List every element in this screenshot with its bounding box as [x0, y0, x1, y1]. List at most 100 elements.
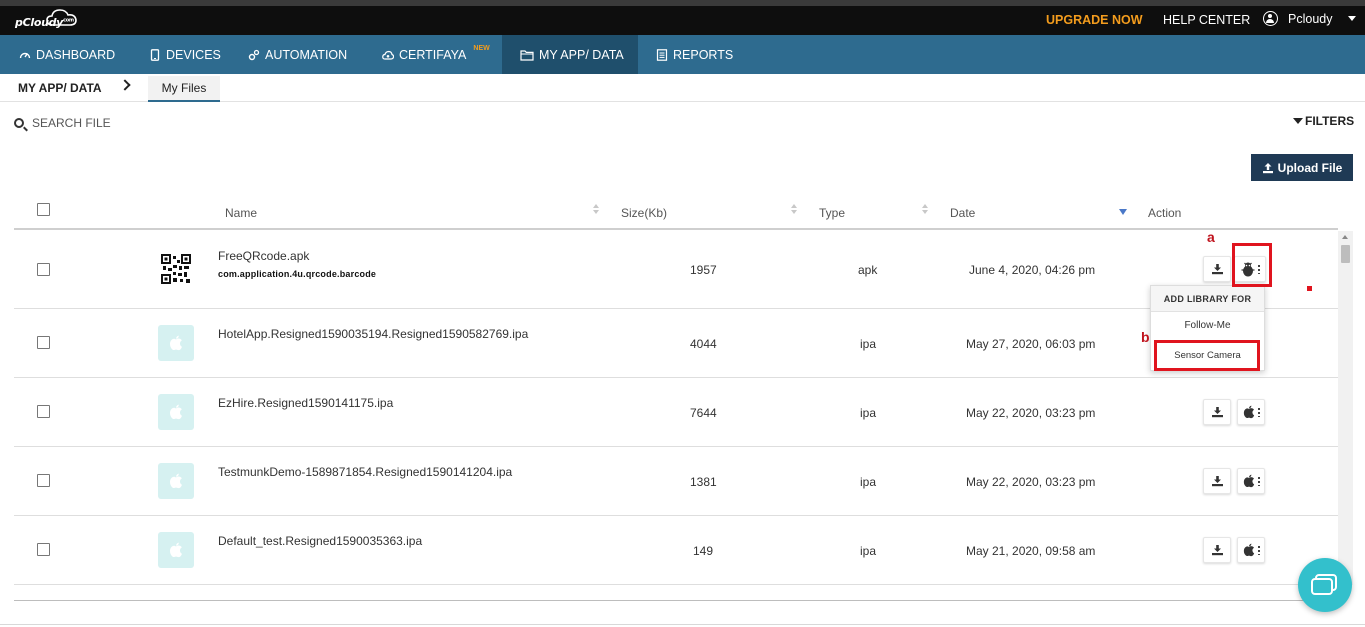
file-size: 149 [693, 544, 714, 558]
dropdown-item-follow-me[interactable]: Follow-Me [1151, 320, 1264, 331]
highlight-box-a [1232, 243, 1272, 287]
file-size: 1381 [690, 475, 717, 489]
apple-icon [1243, 405, 1254, 419]
file-type: ipa [860, 406, 877, 420]
gears-icon [248, 49, 260, 60]
document-icon [656, 48, 668, 61]
file-name[interactable]: Default_test.Resigned1590035363.ipa [218, 534, 422, 548]
header-date[interactable]: Date [950, 206, 975, 220]
file-name[interactable]: FreeQRcode.apk [218, 249, 309, 263]
app-icon-tile [158, 325, 194, 361]
file-size: 7644 [690, 406, 717, 420]
add-library-button[interactable] [1237, 537, 1265, 563]
file-name[interactable]: HotelApp.Resigned1590035194.Resigned1590… [218, 327, 528, 341]
highlight-box-b [1154, 340, 1260, 371]
table-row[interactable]: TestmunkDemo-1589871854.Resigned15901412… [14, 447, 1338, 516]
user-menu[interactable]: Pcloudy [1263, 11, 1357, 26]
apple-icon [1243, 474, 1254, 488]
table-row[interactable]: Default_test.Resigned1590035363.ipa 149 … [14, 516, 1338, 585]
file-name[interactable]: TestmunkDemo-1589871854.Resigned15901412… [218, 465, 512, 479]
chat-widget-button[interactable] [1298, 558, 1352, 612]
search-file[interactable]: SEARCH FILE [14, 116, 111, 130]
download-button[interactable] [1203, 537, 1231, 563]
pcloudy-logo[interactable]: pCloudycom [15, 9, 85, 32]
help-center-link[interactable]: HELP CENTER [1163, 13, 1250, 27]
app-icon-tile [158, 463, 194, 499]
breadcrumb-section[interactable]: MY APP/ DATA [18, 81, 102, 95]
search-input[interactable]: SEARCH FILE [32, 116, 111, 130]
sort-desc-icon[interactable] [1119, 209, 1127, 215]
app-icon-tile [158, 532, 194, 568]
file-type: ipa [860, 337, 877, 351]
more-options-icon [1257, 545, 1260, 555]
nav-my-app-data[interactable]: MY APP/ DATA [502, 35, 638, 74]
scroll-up-icon[interactable] [1342, 235, 1348, 239]
apple-icon [170, 404, 182, 420]
apple-icon [170, 473, 182, 489]
table-row[interactable]: EzHire.Resigned1590141175.ipa 7644 ipa M… [14, 378, 1338, 447]
file-type: ipa [860, 544, 877, 558]
header-name[interactable]: Name [225, 206, 257, 220]
download-button[interactable] [1203, 399, 1231, 425]
phone-icon [150, 48, 160, 61]
apple-icon [170, 542, 182, 558]
nav-reports[interactable]: REPORTS [656, 35, 733, 74]
file-date: June 4, 2020, 04:26 pm [969, 263, 1096, 277]
main-nav: DASHBOARD DEVICES AUTOMATION CERTIFAYA NE… [0, 35, 1365, 74]
package-name: com.application.4u.qrcode.barcode [218, 269, 377, 279]
dropdown-header: ADD LIBRARY FOR [1151, 286, 1264, 312]
filters-button[interactable]: FILTERS [1293, 114, 1354, 128]
header-action: Action [1148, 206, 1182, 220]
download-icon [1211, 476, 1223, 487]
search-icon [14, 118, 24, 128]
nav-certifaya[interactable]: CERTIFAYA NEW [382, 35, 490, 74]
add-library-button[interactable] [1237, 399, 1265, 425]
table-header: Name Size(Kb) Type Date Action [14, 196, 1338, 230]
row-checkbox[interactable] [37, 336, 50, 349]
new-badge: NEW [473, 45, 490, 52]
annotation-dot [1307, 286, 1312, 291]
more-options-icon [1257, 407, 1260, 417]
download-button[interactable] [1203, 256, 1231, 282]
file-type: ipa [860, 475, 877, 489]
user-name: Pcloudy [1288, 11, 1333, 26]
folder-icon [520, 49, 534, 61]
file-type: apk [858, 263, 878, 277]
file-date: May 22, 2020, 03:23 pm [966, 475, 1096, 489]
nav-automation[interactable]: AUTOMATION [248, 35, 347, 74]
chat-bubble-icon [1311, 578, 1333, 595]
tab-my-files[interactable]: My Files [148, 76, 220, 102]
funnel-icon [1293, 118, 1303, 124]
apple-icon [1243, 543, 1254, 557]
select-all-checkbox[interactable] [37, 203, 50, 216]
header-type[interactable]: Type [819, 206, 845, 220]
file-size: 1957 [690, 263, 717, 277]
table-scrollbar[interactable] [1338, 231, 1353, 585]
row-checkbox[interactable] [37, 263, 50, 276]
nav-dashboard[interactable]: DASHBOARD [19, 35, 115, 74]
row-checkbox[interactable] [37, 543, 50, 556]
row-checkbox[interactable] [37, 474, 50, 487]
upload-file-button[interactable]: Upload File [1251, 154, 1353, 181]
annotation-label-b: b [1141, 329, 1150, 345]
upgrade-now-link[interactable]: UPGRADE NOW [1046, 13, 1143, 27]
upload-icon [1262, 162, 1273, 173]
download-icon [1211, 545, 1223, 556]
download-button[interactable] [1203, 468, 1231, 494]
app-icon-tile [158, 394, 194, 430]
download-icon [1211, 264, 1223, 275]
scroll-thumb[interactable] [1341, 245, 1350, 263]
qr-code-icon [161, 254, 191, 284]
file-name[interactable]: EzHire.Resigned1590141175.ipa [218, 396, 393, 410]
user-icon [1263, 11, 1278, 26]
breadcrumb: MY APP/ DATA My Files [0, 74, 1365, 102]
chevron-right-icon [119, 79, 131, 91]
gauge-icon [19, 52, 31, 58]
row-checkbox[interactable] [37, 405, 50, 418]
table-row[interactable]: HotelApp.Resigned1590035194.Resigned1590… [14, 309, 1338, 378]
table-row[interactable]: FreeQRcode.apk com.application.4u.qrcode… [14, 232, 1338, 309]
add-library-button[interactable] [1237, 468, 1265, 494]
cloud-gear-icon [382, 50, 394, 60]
nav-devices[interactable]: DEVICES [149, 35, 221, 74]
header-size[interactable]: Size(Kb) [621, 206, 667, 220]
